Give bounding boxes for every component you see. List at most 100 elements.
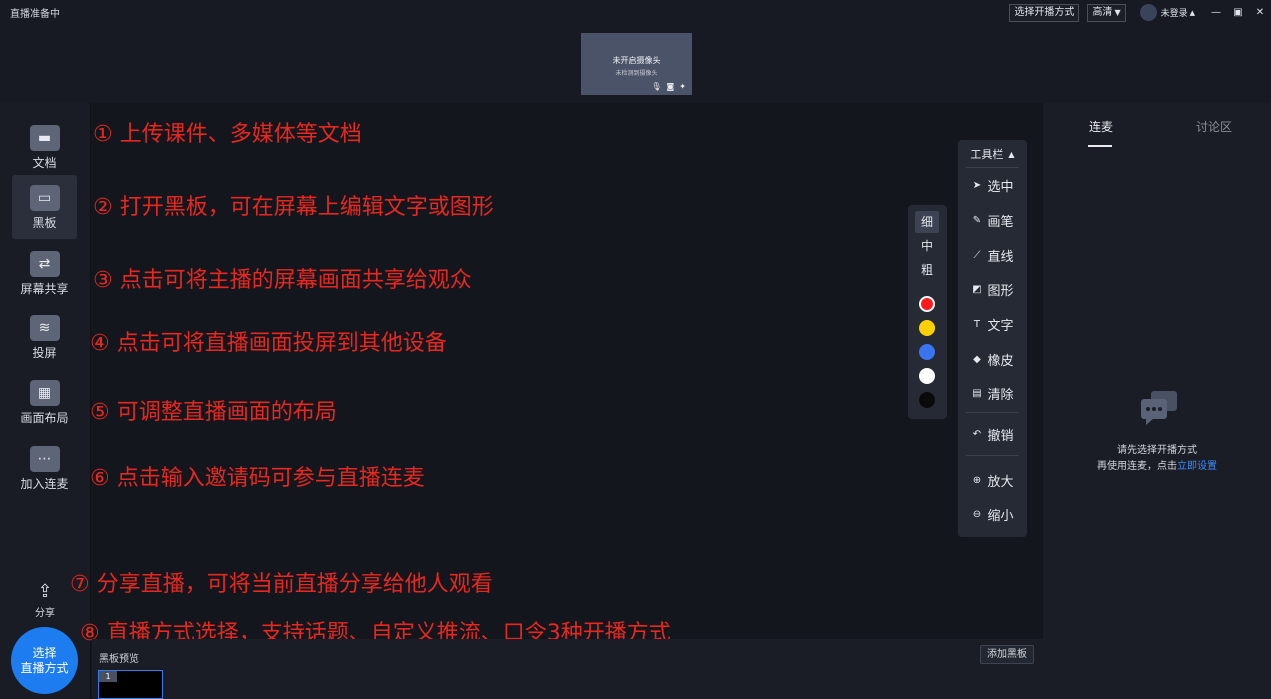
restore-icon[interactable]: ▣ <box>1227 7 1249 18</box>
thumbnail-number: 1 <box>99 671 117 682</box>
text-icon: T <box>973 318 981 330</box>
color-blue[interactable] <box>919 344 935 360</box>
avatar <box>1139 4 1157 21</box>
quality-label: 高清 <box>1092 6 1113 18</box>
color-black[interactable] <box>919 392 935 408</box>
zoom-in-icon: ⊕ <box>972 474 982 486</box>
drawing-toolbar: 工具栏 ▲ ➤ 选中 ✎ 画笔 ⟋ 直线 ◩ 图形 T 文字 ◆ 橡皮 ▤ 清除… <box>958 140 1027 537</box>
add-blackboard-button[interactable]: 添加黑板 <box>980 645 1034 664</box>
setup-now-link[interactable]: 立即设置 <box>1177 461 1217 472</box>
microphone-icon[interactable]: 🎙 <box>651 82 661 91</box>
annotation-5: ⑤ 可调整直播画面的布局 <box>90 400 337 425</box>
annotation-4: ④ 点击可将直播画面投屏到其他设备 <box>90 331 447 356</box>
tool-undo[interactable]: ↶ 撤销 <box>958 422 1027 446</box>
sidebar-item-layout[interactable]: ▦ 画面布局 <box>12 370 77 434</box>
preview-label: 黑板预览 <box>99 654 139 665</box>
sidebar-item-screen-share[interactable]: ⇄ 屏幕共享 <box>12 241 77 305</box>
login-menu[interactable]: 未登录 ▲ <box>1139 4 1195 21</box>
sidebar-item-join-mic[interactable]: ⋯ 加入连麦 <box>12 436 77 500</box>
toolbar-toggle[interactable]: 工具栏 ▲ <box>958 142 1027 166</box>
tool-label: 画笔 <box>987 214 1014 230</box>
login-label: 未登录 <box>1160 9 1188 19</box>
tool-label: 撤销 <box>987 428 1014 444</box>
annotation-3: ③ 点击可将主播的屏幕画面共享给观众 <box>93 268 472 293</box>
tool-pen[interactable]: ✎ 画笔 <box>958 208 1027 232</box>
right-panel: 连麦 讨论区 请先选择开播方式 再使用连麦，点击立即设置 <box>1043 103 1271 699</box>
camera-status-subtitle: 未检测到摄像头 <box>615 70 658 77</box>
blackboard-icon: ▭ <box>29 185 60 211</box>
pen-icon: ✎ <box>972 214 982 226</box>
select-broadcast-mode-button[interactable]: 选择开播方式 <box>1009 3 1080 22</box>
cast-icon: ≋ <box>29 315 60 341</box>
tool-select[interactable]: ➤ 选中 <box>958 173 1027 197</box>
sidebar-item-documents[interactable]: ▬ 文档 <box>12 115 77 179</box>
toolbar-title: 工具栏 <box>970 148 1004 161</box>
pen-options-panel: 细 中 粗 <box>908 205 947 419</box>
tool-line[interactable]: ⟋ 直线 <box>958 243 1027 267</box>
chevron-up-icon: ▲ <box>1008 149 1015 159</box>
select-mode-line2: 直播方式 <box>20 660 69 675</box>
left-sidebar: ▬ 文档 ▭ 黑板 ⇄ 屏幕共享 ≋ 投屏 ▦ 画面布局 ⋯ 加入连麦 ⇪ 分享 <box>0 103 91 699</box>
tool-clear[interactable]: ▤ 清除 <box>958 381 1027 405</box>
sidebar-item-label: 黑板 <box>32 216 57 230</box>
tab-discussion[interactable]: 讨论区 <box>1196 118 1232 135</box>
pen-size-thin[interactable]: 细 <box>915 211 939 233</box>
tool-label: 放大 <box>987 474 1014 490</box>
annotation-7: ⑦ 分享直播，可将当前直播分享给他人观看 <box>70 572 493 597</box>
blackboard-canvas[interactable] <box>92 103 1043 639</box>
tool-label: 图形 <box>987 283 1014 299</box>
tool-label: 直线 <box>987 249 1014 265</box>
sidebar-item-cast[interactable]: ≋ 投屏 <box>12 305 77 369</box>
annotation-2: ② 打开黑板，可在屏幕上编辑文字或图形 <box>93 195 494 220</box>
clear-icon: ▤ <box>972 387 982 399</box>
settings-icon[interactable]: ✦ <box>679 82 686 91</box>
window-title: 直播准备中 <box>10 9 60 20</box>
color-yellow[interactable] <box>919 320 935 336</box>
mic-hint-line1: 请先选择开播方式 <box>1117 445 1197 456</box>
color-red[interactable] <box>919 296 935 312</box>
sidebar-item-blackboard[interactable]: ▭ 黑板 <box>12 175 77 239</box>
tool-eraser[interactable]: ◆ 橡皮 <box>958 347 1027 371</box>
divider <box>966 455 1019 456</box>
tool-label: 文字 <box>987 318 1014 334</box>
tab-mic-link[interactable]: 连麦 <box>1089 118 1113 135</box>
tool-label: 橡皮 <box>987 353 1014 369</box>
tool-text[interactable]: T 文字 <box>958 312 1027 336</box>
pen-size-medium[interactable]: 中 <box>915 235 939 257</box>
share-icon: ⇪ <box>37 581 53 602</box>
layout-icon: ▦ <box>29 380 60 406</box>
sidebar-item-label: 画面布局 <box>20 411 69 425</box>
select-live-mode-button[interactable]: 选择 直播方式 <box>11 627 78 694</box>
close-icon[interactable]: ✕ <box>1249 7 1271 18</box>
quality-dropdown[interactable]: 高清 ▼ <box>1087 3 1126 22</box>
camera-icon[interactable]: ◙ <box>667 82 675 91</box>
mic-hint-line2: 再使用连麦，点击立即设置 <box>1043 457 1271 472</box>
camera-preview[interactable]: 未开启摄像头 未检测到摄像头 🎙 ◙ ✦ <box>581 33 692 95</box>
tool-label: 清除 <box>987 387 1014 403</box>
tool-zoom-in[interactable]: ⊕ 放大 <box>958 468 1027 492</box>
mic-hint-prefix: 再使用连麦，点击 <box>1097 461 1177 472</box>
annotation-1: ① 上传课件、多媒体等文档 <box>93 122 362 147</box>
cursor-icon: ➤ <box>972 179 982 191</box>
divider <box>966 412 1019 413</box>
shape-icon: ◩ <box>972 283 982 295</box>
blackboard-thumbnail[interactable]: 1 <box>98 670 163 699</box>
zoom-out-icon: ⊖ <box>972 508 982 520</box>
sidebar-item-label: 加入连麦 <box>20 477 69 491</box>
minimize-icon[interactable]: — <box>1205 7 1227 18</box>
pen-size-thick[interactable]: 粗 <box>915 259 939 281</box>
sidebar-item-label: 投屏 <box>32 346 57 360</box>
tool-zoom-out[interactable]: ⊖ 缩小 <box>958 502 1027 526</box>
chevron-up-icon: ▲ <box>1189 8 1195 17</box>
chat-bubbles-icon <box>1141 391 1177 425</box>
color-white[interactable] <box>919 368 935 384</box>
sidebar-item-label: 文档 <box>32 156 57 170</box>
chevron-down-icon: ▼ <box>1114 7 1121 17</box>
active-tab-indicator <box>1088 145 1112 147</box>
line-icon: ⟋ <box>973 249 981 261</box>
tool-shape[interactable]: ◩ 图形 <box>958 277 1027 301</box>
share-label: 分享 <box>35 608 55 619</box>
eraser-icon: ◆ <box>973 353 981 365</box>
share-button[interactable]: ⇪ 分享 <box>25 581 65 619</box>
title-bar: 直播准备中 选择开播方式 高清 ▼ 未登录 ▲ — ▣ ✕ <box>0 0 1271 25</box>
